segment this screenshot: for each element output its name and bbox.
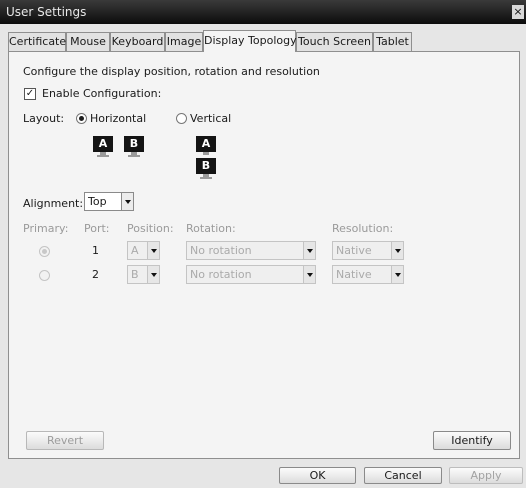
position-select[interactable]: B: [127, 265, 160, 284]
close-icon[interactable]: ×: [512, 5, 524, 19]
enable-configuration-checkbox[interactable]: ✓: [24, 88, 36, 100]
tab-certificate[interactable]: Certificate: [8, 32, 66, 51]
panel-description: Configure the display position, rotation…: [23, 65, 320, 78]
tab-tablet[interactable]: Tablet: [373, 32, 412, 51]
port-value: 2: [92, 268, 99, 281]
identify-button[interactable]: Identify: [433, 431, 511, 450]
resolution-select[interactable]: Native: [332, 241, 404, 260]
chevron-down-icon: [303, 242, 315, 259]
display-topology-panel: Configure the display position, rotation…: [8, 51, 520, 459]
alignment-select[interactable]: Top: [84, 192, 134, 211]
ok-button[interactable]: OK: [279, 467, 356, 484]
position-header: Position:: [127, 222, 174, 235]
rotation-header: Rotation:: [186, 222, 236, 235]
chevron-down-icon: [121, 193, 133, 210]
layout-vertical-radio[interactable]: [176, 113, 187, 124]
chevron-down-icon: [147, 266, 159, 283]
layout-horizontal-radio[interactable]: [76, 113, 87, 124]
port-value: 1: [92, 244, 99, 257]
primary-header: Primary:: [23, 222, 69, 235]
tab-mouse[interactable]: Mouse: [66, 32, 110, 51]
resolution-select[interactable]: Native: [332, 265, 404, 284]
window-title: User Settings: [6, 5, 87, 19]
layout-label: Layout:: [23, 112, 65, 125]
chevron-down-icon: [303, 266, 315, 283]
chevron-down-icon: [147, 242, 159, 259]
tab-keyboard[interactable]: Keyboard: [110, 32, 165, 51]
rotation-select[interactable]: No rotation: [186, 265, 316, 284]
alignment-label: Alignment:: [23, 197, 84, 210]
cancel-button[interactable]: Cancel: [364, 467, 442, 484]
primary-radio[interactable]: [39, 246, 50, 257]
title-bar: User Settings ×: [0, 0, 526, 24]
port-header: Port:: [84, 222, 110, 235]
revert-button[interactable]: Revert: [26, 431, 104, 450]
tab-display-topology[interactable]: Display Topology: [203, 30, 297, 52]
layout-vertical-label: Vertical: [190, 112, 232, 125]
resolution-header: Resolution:: [332, 222, 394, 235]
enable-configuration-label: Enable Configuration:: [42, 87, 162, 100]
chevron-down-icon: [391, 242, 403, 259]
layout-horizontal-label: Horizontal: [90, 112, 147, 125]
tab-image[interactable]: Image: [165, 32, 203, 51]
primary-radio[interactable]: [39, 270, 50, 281]
check-icon: ✓: [25, 88, 35, 99]
rotation-select[interactable]: No rotation: [186, 241, 316, 260]
chevron-down-icon: [391, 266, 403, 283]
user-settings-window: User Settings × Certificate Mouse Keyboa…: [0, 0, 526, 488]
tab-touch-screen[interactable]: Touch Screen: [296, 32, 373, 51]
apply-button[interactable]: Apply: [449, 467, 523, 484]
position-select[interactable]: A: [127, 241, 160, 260]
